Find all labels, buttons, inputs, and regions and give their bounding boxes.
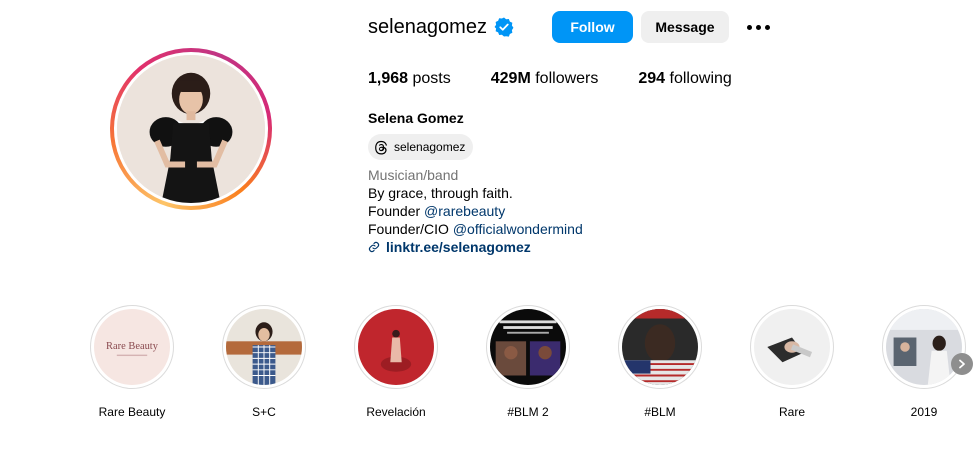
profile-avatar[interactable] — [117, 55, 265, 203]
followers-label: followers — [535, 70, 599, 87]
link-icon — [368, 241, 380, 253]
highlight-cover: Rare Beauty — [94, 309, 170, 385]
profile-stats: 1,968 posts 429M followers 294 following — [368, 70, 772, 88]
highlight-cover-blm-2 — [490, 309, 566, 385]
profile-username: selenagomez — [368, 15, 487, 38]
highlight-blm[interactable]: #BLM — [615, 305, 705, 419]
highlight-label: #BLM — [644, 405, 676, 419]
highlight-cover — [226, 309, 302, 385]
verified-badge-icon — [494, 17, 514, 37]
highlight-revelacion[interactable]: Revelación — [351, 305, 441, 419]
highlight-ring — [618, 305, 702, 389]
profile-full-name: Selena Gomez — [368, 110, 464, 126]
highlight-cover-rare-beauty: Rare Beauty — [94, 309, 170, 385]
highlight-ring — [882, 305, 966, 389]
highlight-label: Rare — [778, 405, 805, 419]
followers-stat[interactable]: 429M followers — [491, 70, 599, 88]
bio-link-text: linktr.ee/selenagomez — [386, 239, 531, 255]
highlight-label: #BLM 2 — [507, 405, 549, 419]
bio-line-1: By grace, through faith. — [368, 185, 513, 201]
mention-wondermind-link[interactable]: @officialwondermind — [453, 221, 583, 237]
highlight-cover — [754, 309, 830, 385]
highlight-rare[interactable]: Rare — [747, 305, 837, 419]
highlight-label: S+C — [252, 405, 276, 419]
following-count: 294 — [638, 70, 666, 87]
message-button[interactable]: Message — [640, 11, 729, 43]
bio-external-link[interactable]: linktr.ee/selenagomez — [368, 238, 583, 256]
highlight-cover — [622, 309, 698, 385]
highlight-blm-2[interactable]: #BLM 2 — [483, 305, 573, 419]
highlight-label: Rare Beauty — [98, 405, 166, 419]
highlight-s-c[interactable]: S+C — [219, 305, 309, 419]
bio-line-2: Founder @rarebeauty — [368, 202, 583, 220]
highlight-ring — [222, 305, 306, 389]
threads-handle: selenagomez — [394, 140, 466, 154]
more-dot — [746, 24, 752, 30]
highlight-ring — [354, 305, 438, 389]
profile-category: Musician/band — [368, 167, 459, 183]
threads-icon — [375, 140, 387, 154]
following-stat[interactable]: 294 following — [638, 70, 731, 88]
story-highlights: Rare Beauty Rare Beauty S+C Revelación #… — [0, 305, 979, 435]
follow-button[interactable]: Follow — [551, 11, 633, 43]
bio-line-2-prefix: Founder — [368, 203, 425, 219]
posts-label: posts — [412, 70, 451, 87]
followers-count: 429M — [490, 70, 531, 87]
avatar-photo-illustration — [117, 55, 265, 203]
highlight-cover-s-c — [226, 309, 302, 385]
threads-badge[interactable]: selenagomez — [368, 134, 474, 160]
following-label: following — [669, 70, 732, 87]
mention-rarebeauty-link[interactable]: @rarebeauty — [424, 203, 505, 219]
highlight-label: 2019 — [910, 405, 938, 419]
highlight-cover — [358, 309, 434, 385]
highlight-ring — [486, 305, 570, 389]
highlight-cover-revelacion — [358, 309, 434, 385]
highlight-label: Revelación — [366, 405, 426, 419]
bio-line-3: Founder/CIO @officialwondermind — [368, 220, 583, 238]
more-dot — [755, 24, 761, 30]
more-options-icon[interactable] — [746, 11, 770, 43]
highlight-cover — [490, 309, 566, 385]
posts-count: 1,968 — [368, 70, 409, 87]
highlight-ring: Rare Beauty — [90, 305, 174, 389]
highlight-cover — [886, 309, 962, 385]
posts-stat: 1,968 posts — [368, 70, 451, 88]
more-dot — [764, 24, 770, 30]
highlight-ring — [750, 305, 834, 389]
bio-line-3-prefix: Founder/CIO — [368, 221, 453, 237]
profile-header-row: selenagomez Follow Message — [368, 11, 770, 43]
profile-avatar-frame — [114, 52, 268, 206]
highlights-next-button[interactable] — [951, 353, 973, 375]
highlight-cover-rare — [754, 309, 830, 385]
profile-bio: Musician/band By grace, through faith. F… — [368, 166, 583, 256]
highlight-cover-2019 — [886, 309, 962, 385]
rare-beauty-cover-text: Rare Beauty — [106, 341, 159, 352]
chevron-right-icon — [959, 359, 965, 369]
highlight-rare-beauty[interactable]: Rare Beauty Rare Beauty — [87, 305, 177, 419]
profile-avatar-ring[interactable] — [110, 48, 272, 210]
highlight-cover-blm — [622, 309, 698, 385]
